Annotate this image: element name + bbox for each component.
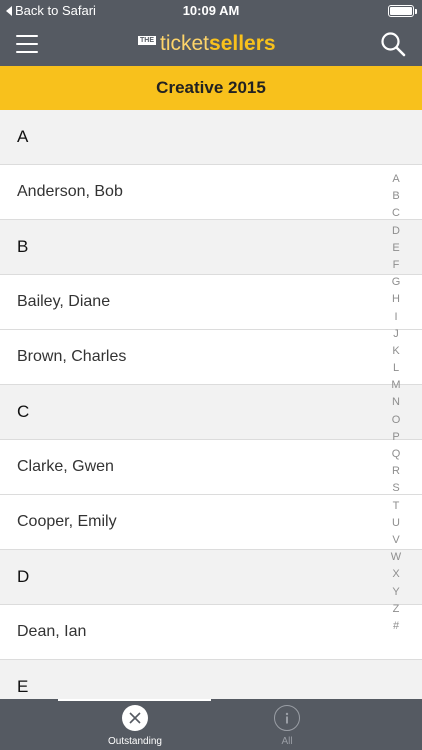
index-letter[interactable]: Q bbox=[392, 446, 401, 463]
index-letter[interactable]: Y bbox=[392, 584, 399, 601]
index-letter[interactable]: A bbox=[392, 171, 399, 188]
status-bar: Back to Safari 10:09 AM bbox=[0, 0, 422, 22]
index-letter[interactable]: L bbox=[393, 360, 399, 377]
index-letter[interactable]: B bbox=[392, 188, 399, 205]
index-letter[interactable]: K bbox=[392, 343, 399, 360]
list-item[interactable]: Clarke, Gwen bbox=[0, 440, 422, 495]
active-tab-indicator bbox=[58, 699, 211, 701]
search-icon[interactable] bbox=[380, 31, 406, 57]
index-letter[interactable]: D bbox=[392, 223, 400, 240]
list-item[interactable]: Anderson, Bob bbox=[0, 165, 422, 220]
index-letter[interactable]: U bbox=[392, 515, 400, 532]
event-title-banner: Creative 2015 bbox=[0, 66, 422, 110]
list-item[interactable]: Brown, Charles bbox=[0, 330, 422, 385]
index-letter[interactable]: S bbox=[392, 480, 399, 497]
navigation-bar: THE ticket sellers bbox=[0, 22, 422, 66]
index-letter[interactable]: I bbox=[394, 309, 397, 326]
ticketsellers-logo: THE ticket sellers bbox=[138, 31, 276, 57]
list-item[interactable]: Dean, Ian bbox=[0, 605, 422, 660]
index-letter[interactable]: C bbox=[392, 205, 400, 222]
tab-bar: Outstanding All bbox=[0, 699, 422, 750]
index-letter[interactable]: N bbox=[392, 394, 400, 411]
tab-outstanding[interactable]: Outstanding bbox=[85, 705, 185, 747]
alphabet-index[interactable]: A B C D E F G H I J K L M N O P Q R S T U V W X Y Z # bbox=[386, 171, 406, 635]
index-letter[interactable]: Z bbox=[393, 601, 400, 618]
index-letter[interactable]: M bbox=[391, 377, 400, 394]
section-header: E bbox=[0, 660, 422, 699]
tab-all-label: All bbox=[281, 736, 293, 747]
info-circle-icon bbox=[274, 705, 300, 731]
tab-all[interactable]: All bbox=[237, 705, 337, 747]
section-header: C bbox=[0, 385, 422, 440]
list-item[interactable]: Bailey, Diane bbox=[0, 275, 422, 330]
hamburger-menu-icon[interactable] bbox=[16, 35, 38, 53]
tab-outstanding-label: Outstanding bbox=[108, 736, 162, 747]
index-letter[interactable]: H bbox=[392, 291, 400, 308]
index-letter[interactable]: W bbox=[391, 549, 401, 566]
close-circle-icon bbox=[122, 705, 148, 731]
index-letter[interactable]: F bbox=[393, 257, 400, 274]
logo-the: THE bbox=[138, 35, 156, 45]
index-letter[interactable]: V bbox=[392, 532, 399, 549]
section-header: B bbox=[0, 220, 422, 275]
index-letter[interactable]: R bbox=[392, 463, 400, 480]
index-letter[interactable]: T bbox=[393, 498, 400, 515]
index-letter[interactable]: X bbox=[392, 566, 399, 583]
index-letter[interactable]: O bbox=[392, 412, 401, 429]
index-letter[interactable]: G bbox=[392, 274, 401, 291]
status-time: 10:09 AM bbox=[182, 3, 240, 18]
logo-sellers: sellers bbox=[209, 32, 276, 55]
attendee-list: A Anderson, Bob B Bailey, Diane Brown, Charl… bbox=[0, 110, 422, 699]
index-letter[interactable]: # bbox=[393, 618, 399, 635]
index-letter[interactable]: J bbox=[393, 326, 399, 343]
logo-ticket: ticket bbox=[160, 32, 210, 55]
index-letter[interactable]: E bbox=[392, 240, 399, 257]
section-header: A bbox=[0, 110, 422, 165]
section-header: D bbox=[0, 550, 422, 605]
list-item[interactable]: Cooper, Emily bbox=[0, 495, 422, 550]
index-letter[interactable]: P bbox=[392, 429, 399, 446]
battery-icon bbox=[388, 5, 417, 17]
